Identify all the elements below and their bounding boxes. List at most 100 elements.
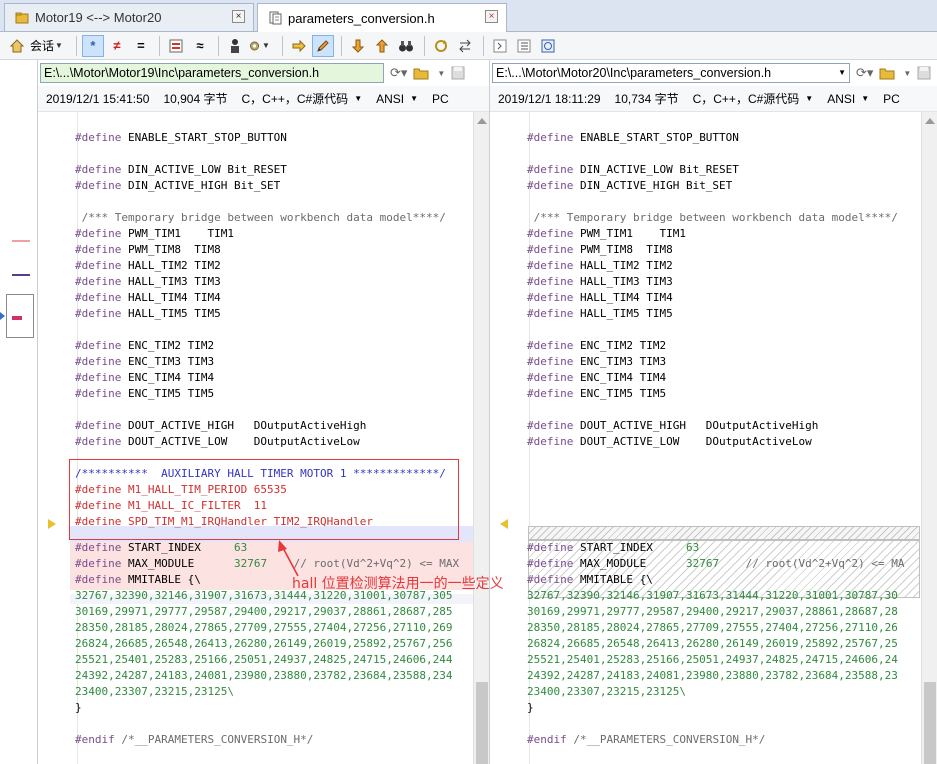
code-keyword: #define <box>527 419 574 432</box>
right-scroll-thumb[interactable] <box>924 682 936 764</box>
code-line: #define HALL_TIM4 TIM4 <box>527 290 673 306</box>
chevron-down-icon[interactable]: ▼ <box>903 69 911 78</box>
tab-label: Motor19 <--> Motor20 <box>35 10 162 25</box>
code-text: ENC_TIM2 TIM2 <box>121 339 215 352</box>
previous-difference-icon[interactable] <box>371 35 393 57</box>
code-number: 30169,29971,29777,29587,29400,29217,2903… <box>75 605 453 618</box>
left-code-view[interactable]: #define ENABLE_START_STOP_BUTTON #define … <box>38 112 473 764</box>
tab-motor-compare[interactable]: Motor19 <--> Motor20 × <box>4 3 254 31</box>
code-keyword: #endif <box>75 733 115 746</box>
left-path-text: E:\...\Motor\Motor19\Inc\parameters_conv… <box>44 66 320 80</box>
annotation-text: hall 位置检测算法用一的一些定义 <box>292 576 504 592</box>
show-all-icon[interactable]: * <box>81 34 104 57</box>
tab-label: parameters_conversion.h <box>288 10 435 26</box>
open-folder-icon[interactable] <box>879 66 897 80</box>
left-vertical-scrollbar[interactable] <box>473 112 489 764</box>
left-scroll-thumb[interactable] <box>476 682 488 764</box>
show-same-icon[interactable]: = <box>130 35 152 57</box>
edit-pen-icon[interactable] <box>311 34 334 57</box>
file-eol[interactable]: PC <box>432 92 449 106</box>
next-difference-icon[interactable] <box>347 35 369 57</box>
refresh-icon[interactable] <box>430 35 452 57</box>
code-keyword: #define <box>75 371 122 384</box>
tab-parameters-conversion[interactable]: parameters_conversion.h × <box>257 3 507 32</box>
code-keyword: #define <box>75 435 122 448</box>
chevron-down-icon[interactable]: ▼ <box>805 94 813 103</box>
code-text: START_INDEX <box>121 541 234 554</box>
file-encoding[interactable]: ANSI <box>376 92 404 106</box>
file-language[interactable]: C，C++，C#源代码 <box>693 90 800 107</box>
expand-icon[interactable] <box>489 35 511 57</box>
left-path-input[interactable]: E:\...\Motor\Motor19\Inc\parameters_conv… <box>40 63 384 83</box>
right-code-view[interactable]: #define ENABLE_START_STOP_BUTTON #define … <box>490 112 920 764</box>
session-menu[interactable]: 会话 ▼ <box>30 37 63 54</box>
code-line: #define DOUT_ACTIVE_LOW DOutputActiveLow <box>75 434 360 450</box>
scroll-up-icon[interactable] <box>477 118 487 124</box>
copy-to-right-icon[interactable] <box>288 35 310 57</box>
rules-person-icon[interactable] <box>224 35 246 57</box>
table-row: 28350,28185,28024,27865,27709,27555,2740… <box>527 620 898 636</box>
chevron-down-icon[interactable]: ▼ <box>410 94 418 103</box>
ignore-unimportant-icon[interactable]: ≈ <box>189 35 211 57</box>
code-line: #define DIN_ACTIVE_HIGH Bit_SET <box>75 178 280 194</box>
show-differences-icon[interactable]: ≠ <box>106 35 128 57</box>
code-line: #define DOUT_ACTIVE_HIGH DOutputActiveHi… <box>527 418 818 434</box>
history-dropdown-icon[interactable]: ⟳▾ <box>390 65 407 81</box>
save-icon[interactable] <box>451 66 465 80</box>
right-vertical-scrollbar[interactable] <box>921 112 937 764</box>
table-row: 23400,23307,23215,23125\ <box>527 684 686 700</box>
find-binoculars-icon[interactable] <box>395 35 417 57</box>
code-line: #define HALL_TIM4 TIM4 <box>75 290 221 306</box>
code-keyword: #define <box>75 339 122 352</box>
scroll-up-icon[interactable] <box>925 118 935 124</box>
code-line: #define PWM_TIM8 TIM8 <box>527 242 673 258</box>
code-text: DIN_ACTIVE_LOW Bit_RESET <box>121 163 287 176</box>
code-text: ENABLE_START_STOP_BUTTON <box>573 131 739 144</box>
file-date: 2019/12/1 15:41:50 <box>46 91 150 106</box>
code-line: #define ENC_TIM4 TIM4 <box>527 370 666 386</box>
difference-overview[interactable] <box>0 60 38 764</box>
code-text: } <box>75 701 82 714</box>
code-text: START_INDEX <box>573 541 686 554</box>
save-icon[interactable] <box>917 66 931 80</box>
chevron-down-icon[interactable]: ▼ <box>838 68 846 77</box>
diff-context-icon[interactable] <box>165 35 187 57</box>
code-text: MMITABLE {\ <box>573 573 653 586</box>
code-line: #define DIN_ACTIVE_HIGH Bit_SET <box>527 178 732 194</box>
code-comment: /*** Temporary bridge between workbench … <box>75 211 446 224</box>
format-gear-icon[interactable]: ▼ <box>248 35 270 57</box>
file-encoding[interactable]: ANSI <box>827 92 855 106</box>
code-line: #define ENC_TIM5 TIM5 <box>75 386 214 402</box>
file-eol[interactable]: PC <box>883 92 900 106</box>
code-number: 26824,26685,26548,26413,26280,26149,2601… <box>527 637 898 650</box>
file-language[interactable]: C，C++，C#源代码 <box>241 90 348 107</box>
code-text: ENC_TIM4 TIM4 <box>121 371 215 384</box>
overview-marker <box>12 274 30 276</box>
code-line: #define START_INDEX 63 <box>75 540 247 556</box>
web-icon[interactable] <box>537 35 559 57</box>
code-line: #define HALL_TIM2 TIM2 <box>527 258 673 274</box>
code-text: HALL_TIM3 TIM3 <box>573 275 673 288</box>
code-text: HALL_TIM4 TIM4 <box>573 291 673 304</box>
open-folder-icon[interactable] <box>413 66 431 80</box>
code-number: 32767,32390,32146,31907,31673,31444,3122… <box>527 589 898 602</box>
list-view-icon[interactable] <box>513 35 535 57</box>
home-icon[interactable] <box>6 35 28 57</box>
code-text: MAX_MODULE <box>573 557 686 570</box>
table-row: 26824,26685,26548,26413,26280,26149,2601… <box>75 636 453 652</box>
chevron-down-icon[interactable]: ▼ <box>437 69 445 78</box>
code-comment: // root(Vd^2+Vq^2) <= MAX <box>267 557 460 570</box>
close-icon[interactable]: × <box>232 10 245 23</box>
code-keyword: #define <box>75 387 122 400</box>
chevron-down-icon[interactable]: ▼ <box>354 94 362 103</box>
close-icon[interactable]: × <box>485 10 498 23</box>
code-line: #define DOUT_ACTIVE_HIGH DOutputActiveHi… <box>75 418 366 434</box>
code-line: } <box>75 700 82 716</box>
right-path-input[interactable]: E:\...\Motor\Motor20\Inc\parameters_conv… <box>492 63 850 83</box>
swap-sides-icon[interactable] <box>454 35 476 57</box>
table-row: 30169,29971,29777,29587,29400,29217,2903… <box>75 604 453 620</box>
code-text: ENC_TIM3 TIM3 <box>573 355 667 368</box>
history-dropdown-icon[interactable]: ⟳▾ <box>856 65 873 81</box>
table-row: 25521,25401,25283,25166,25051,24937,2482… <box>75 652 453 668</box>
chevron-down-icon[interactable]: ▼ <box>861 94 869 103</box>
